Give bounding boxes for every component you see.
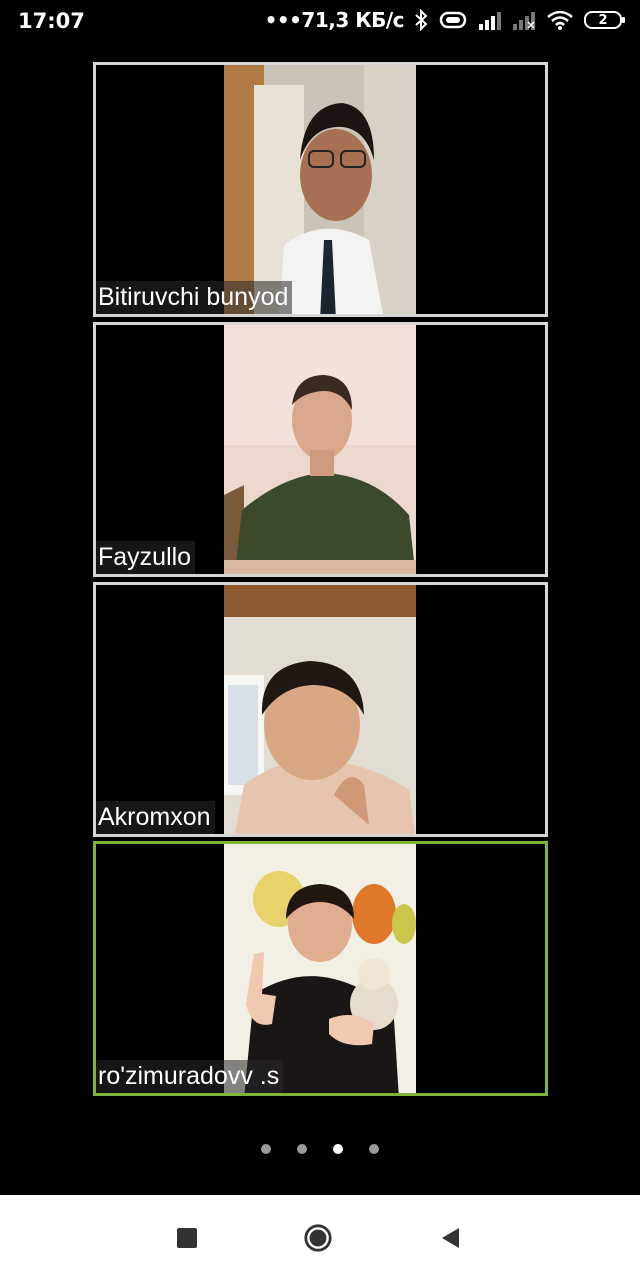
battery-level: 2 [598,12,608,28]
participant-tile[interactable]: Fayzullo [93,322,548,577]
page-dot[interactable] [261,1144,271,1154]
page-indicator[interactable] [0,1144,640,1154]
signal-icon [478,9,502,31]
participant-video [224,65,416,314]
status-icons: •••71,3 КБ/с 2 [264,8,625,32]
participant-name: Akromxon [96,801,215,834]
status-bar: 17:07 •••71,3 КБ/с 2 [0,0,640,46]
wifi-icon [546,9,574,31]
participant-tile[interactable]: Bitiruvchi bunyod [93,62,548,317]
page-dot[interactable] [297,1144,307,1154]
network-speed: •••71,3 КБ/с [264,8,405,32]
participant-name: ro'zimuradovv .s [96,1060,284,1093]
vibrate-icon [438,9,468,31]
system-nav-bar [0,1195,640,1280]
battery-icon: 2 [584,11,625,29]
participant-tile-active[interactable]: ro'zimuradovv .s [93,841,548,1096]
participant-video [224,325,416,574]
participant-name: Fayzullo [96,541,196,574]
page-dot-current[interactable] [333,1144,343,1154]
participant-video [224,585,416,834]
bluetooth-icon [414,8,428,32]
participant-name: Bitiruvchi bunyod [96,281,293,314]
recent-apps-icon[interactable] [172,1223,202,1253]
video-call-screen: 17:07 •••71,3 КБ/с 2 Bitiruvchi bunyod F… [0,0,640,1280]
participant-tile[interactable]: Akromxon [93,582,548,837]
home-icon[interactable] [303,1223,333,1253]
signal-weak-icon [512,9,536,31]
page-dot[interactable] [369,1144,379,1154]
participant-video [224,844,416,1093]
back-icon[interactable] [436,1223,466,1253]
status-time: 17:07 [18,9,85,33]
